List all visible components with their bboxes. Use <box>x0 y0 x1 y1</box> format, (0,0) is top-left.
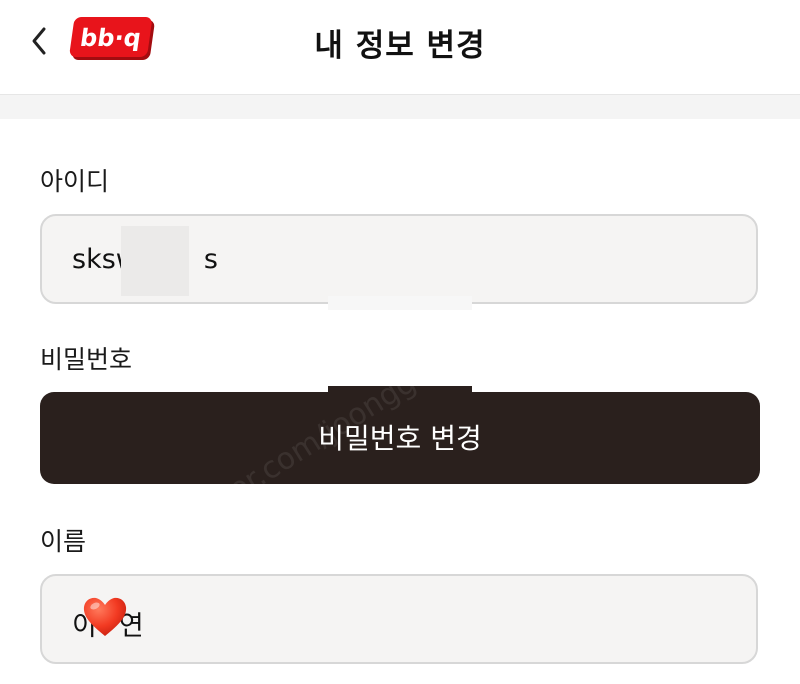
name-field[interactable]: 이연 <box>40 574 758 664</box>
page-title: 내 정보 변경 <box>314 28 486 64</box>
id-redaction <box>121 226 189 296</box>
image-patch <box>328 296 472 310</box>
header: bb·q 내 정보 변경 <box>0 0 800 94</box>
id-value-end: s <box>203 244 218 275</box>
password-label: 비밀번호 <box>40 345 133 374</box>
header-divider <box>0 94 800 119</box>
name-label: 이름 <box>40 527 87 556</box>
id-label: 아이디 <box>40 167 110 196</box>
heart-icon <box>82 596 128 638</box>
profile-edit-page: bb·q 내 정보 변경 아이디 sksw s 비밀번호 비밀번호 변경 이름 이… <box>0 0 800 684</box>
change-password-button[interactable]: 비밀번호 변경 <box>40 392 760 484</box>
